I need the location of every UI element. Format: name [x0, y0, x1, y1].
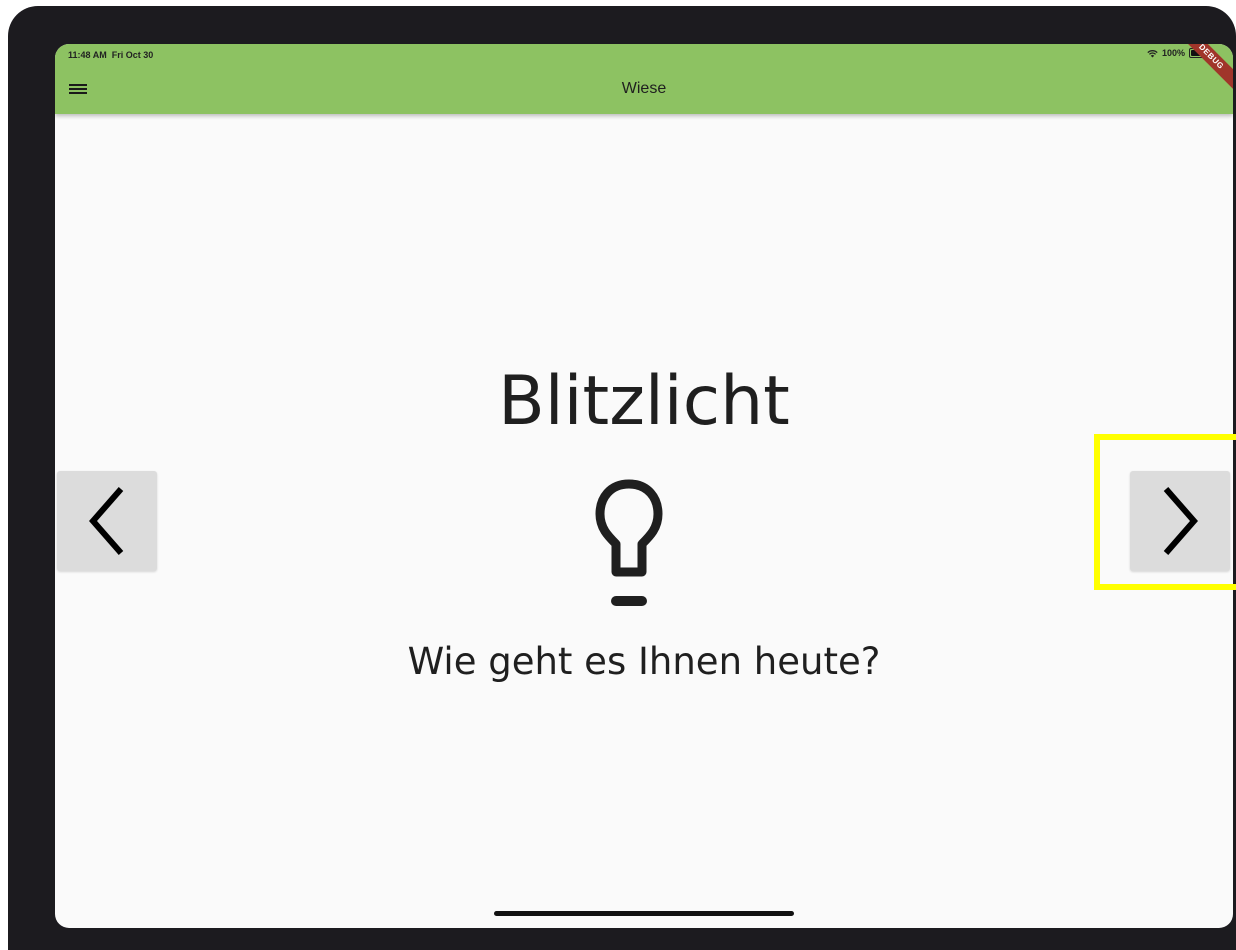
status-time: 11:48 AM	[68, 50, 107, 60]
wifi-icon	[1147, 49, 1158, 57]
previous-button[interactable]	[57, 471, 157, 571]
next-button[interactable]	[1130, 471, 1230, 571]
app-bar-title: Wiese	[621, 80, 667, 97]
app-bar: 11:48 AM Fri Oct 30 100% Wiese DEBUG	[55, 44, 1233, 114]
status-date: Fri Oct 30	[111, 50, 154, 60]
page-title: Blitzlicht	[498, 362, 790, 441]
status-bar-time: 11:48 AM Fri Oct 30	[68, 50, 153, 60]
home-indicator[interactable]	[494, 911, 794, 916]
battery-percent: 100%	[1161, 48, 1185, 58]
app-screen: 11:48 AM Fri Oct 30 100% Wiese DEBUG Bli…	[55, 44, 1233, 928]
chevron-left-icon	[89, 487, 124, 555]
tablet-frame: 11:48 AM Fri Oct 30 100% Wiese DEBUG Bli…	[8, 6, 1236, 950]
chevron-right-icon	[1163, 487, 1198, 555]
question-text: Wie geht es Ihnen heute?	[407, 640, 881, 683]
lightbulb-icon	[595, 479, 663, 606]
